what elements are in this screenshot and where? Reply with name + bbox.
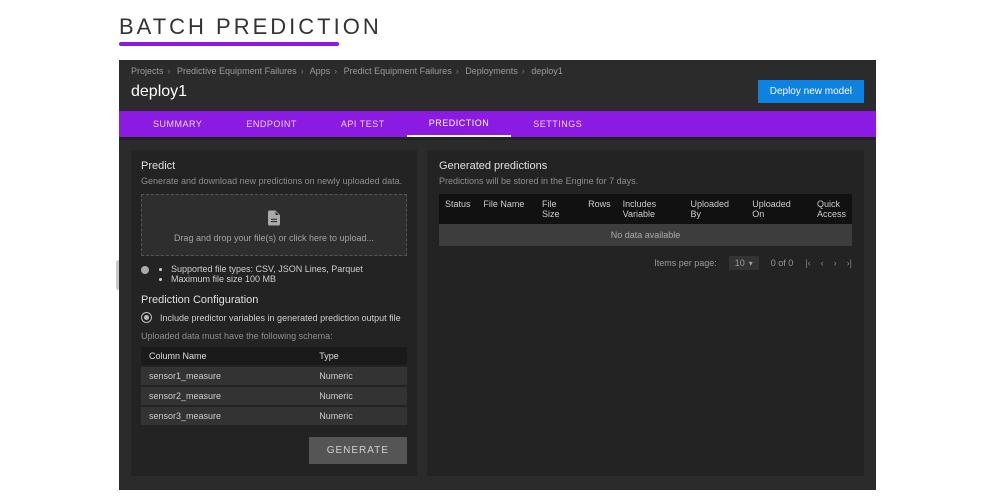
page-prev-button[interactable]: ‹ <box>821 258 824 268</box>
crumb-4[interactable]: Deployments <box>465 66 518 76</box>
page-last-button[interactable]: ›| <box>847 258 852 268</box>
col-quick-access: Quick Access <box>811 194 852 224</box>
upload-hints: Supported file types: CSV, JSON Lines, P… <box>141 264 407 284</box>
crumb-2[interactable]: Apps <box>310 66 331 76</box>
predict-title: Predict <box>141 160 407 172</box>
predict-panel: Predict Generate and download new predic… <box>131 150 417 476</box>
schema-cell-name: sensor3_measure <box>141 406 311 425</box>
col-rows: Rows <box>582 194 617 224</box>
col-uploaded-on: Uploaded On <box>746 194 811 224</box>
prediction-config: Prediction Configuration Include predict… <box>141 294 407 464</box>
crumb-1[interactable]: Predictive Equipment Failures <box>177 66 297 76</box>
generated-panel: Generated predictions Predictions will b… <box>427 150 864 476</box>
tab-bar: SUMMARY ENDPOINT API TEST PREDICTION SET… <box>119 111 876 137</box>
body: Predict Generate and download new predic… <box>119 140 876 488</box>
breadcrumb: Projects› Predictive Equipment Failures›… <box>119 60 876 78</box>
crumb-projects[interactable]: Projects <box>131 66 164 76</box>
page-title-text: BATCH PREDICTION <box>119 14 382 39</box>
title-underline <box>119 42 339 46</box>
schema-cell-type: Numeric <box>311 406 407 425</box>
col-file-size: File Size <box>536 194 582 224</box>
file-dropzone[interactable]: Drag and drop your file(s) or click here… <box>141 194 407 256</box>
tab-settings[interactable]: SETTINGS <box>511 111 604 137</box>
col-includes-variable: Includes Variable <box>617 194 685 224</box>
pager: Items per page: 10 ▾ 0 of 0 |‹ ‹ › ›| <box>439 256 852 270</box>
hint-filetypes: Supported file types: CSV, JSON Lines, P… <box>171 264 363 274</box>
chevron-down-icon: ▾ <box>749 259 753 268</box>
header-row: deploy1 Deploy new model <box>119 78 876 111</box>
generated-table-header: Status File Name File Size Rows Includes… <box>439 194 852 224</box>
generated-title: Generated predictions <box>439 160 852 172</box>
schema-col-name: Column Name <box>141 347 311 366</box>
crumb-5: deploy1 <box>531 66 563 76</box>
tab-endpoint[interactable]: ENDPOINT <box>224 111 319 137</box>
generate-button[interactable]: GENERATE <box>309 437 407 464</box>
page-first-button[interactable]: |‹ <box>805 258 810 268</box>
config-title: Prediction Configuration <box>141 294 407 306</box>
hint-maxsize: Maximum file size 100 MB <box>171 274 363 284</box>
deploy-new-model-button[interactable]: Deploy new model <box>758 80 864 103</box>
schema-cell-type: Numeric <box>311 366 407 386</box>
include-predictors-label: Include predictor variables in generated… <box>160 313 401 323</box>
dropzone-label: Drag and drop your file(s) or click here… <box>174 233 374 243</box>
schema-cell-name: sensor2_measure <box>141 386 311 406</box>
page-range: 0 of 0 <box>771 258 794 268</box>
info-icon <box>141 266 149 274</box>
schema-cell-type: Numeric <box>311 386 407 406</box>
include-predictors-option[interactable]: Include predictor variables in generated… <box>141 312 407 323</box>
schema-table: Column Name Type sensor1_measure Numeric… <box>141 347 407 425</box>
items-per-page-select[interactable]: 10 ▾ <box>729 256 759 270</box>
col-status: Status <box>439 194 477 224</box>
table-row: sensor2_measure Numeric <box>141 386 407 406</box>
schema-cell-name: sensor1_measure <box>141 366 311 386</box>
generated-subtext: Predictions will be stored in the Engine… <box>439 176 852 186</box>
tab-api-test[interactable]: API TEST <box>319 111 407 137</box>
deployment-name: deploy1 <box>131 83 187 101</box>
app-window: Projects › Predictive Equipment Failures ›… <box>119 60 876 490</box>
table-row: sensor1_measure Numeric <box>141 366 407 386</box>
generated-empty-row: No data available <box>439 224 852 246</box>
generated-table: Status File Name File Size Rows Includes… <box>439 194 852 246</box>
col-file-name: File Name <box>477 194 536 224</box>
tab-summary[interactable]: SUMMARY <box>131 111 224 137</box>
schema-note: Uploaded data must have the following sc… <box>141 331 407 341</box>
page-next-button[interactable]: › <box>834 258 837 268</box>
items-per-page-value: 10 <box>735 258 745 268</box>
no-data-label: No data available <box>611 230 681 240</box>
tab-prediction[interactable]: PREDICTION <box>407 111 512 137</box>
radio-icon <box>141 312 152 323</box>
predict-subtext: Generate and download new predictions on… <box>141 176 407 186</box>
file-icon <box>265 207 283 229</box>
table-row: sensor3_measure Numeric <box>141 406 407 425</box>
page-title: BATCH PREDICTION <box>0 0 1000 48</box>
schema-col-type: Type <box>311 347 407 366</box>
crumb-3[interactable]: Predict Equipment Failures <box>344 66 452 76</box>
col-uploaded-by: Uploaded By <box>685 194 747 224</box>
items-per-page-label: Items per page: <box>654 258 717 268</box>
